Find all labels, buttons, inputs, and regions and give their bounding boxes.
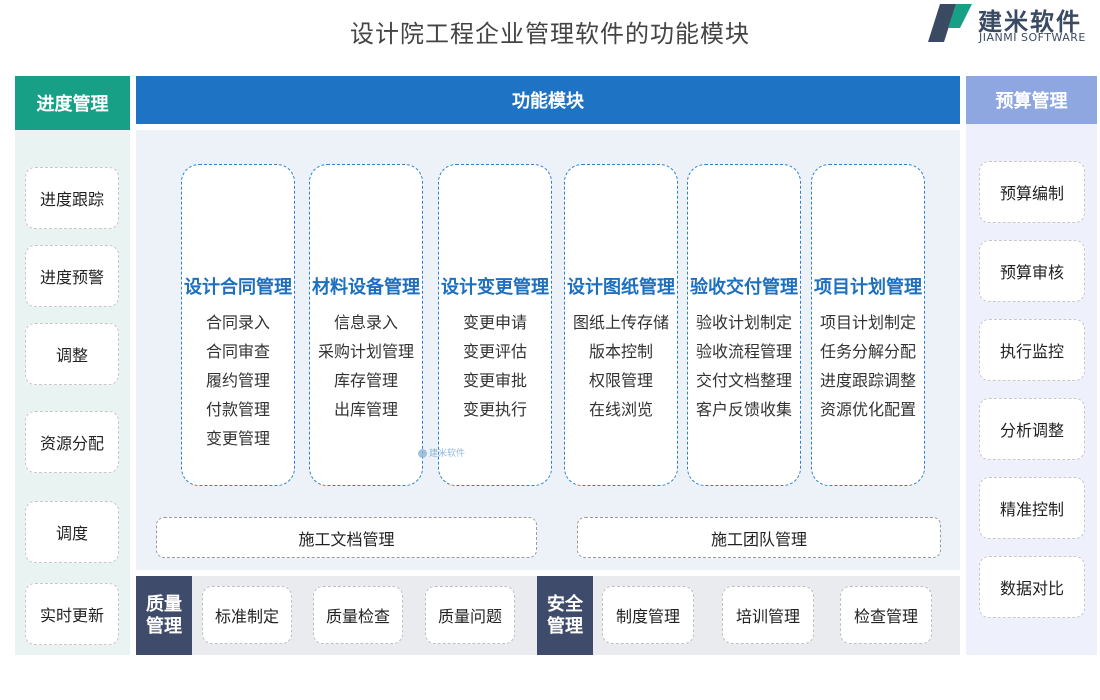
safety-item: 制度管理: [602, 586, 694, 644]
module-title: 验收交付管理: [690, 277, 798, 298]
module-item: 版本控制: [588, 342, 653, 361]
module-item: 合同审查: [205, 342, 270, 361]
module-item: 变更评估: [462, 342, 527, 361]
right-item: 预算审核: [979, 240, 1085, 302]
safety-tag: 安全 管理: [537, 576, 593, 655]
construction-team-box: 施工团队管理: [577, 517, 941, 558]
safety-item: 检查管理: [840, 586, 932, 644]
construction-docs-box: 施工文档管理: [156, 517, 537, 558]
left-item: 调整: [25, 323, 119, 385]
left-item: 进度跟踪: [25, 167, 119, 229]
module-item: 图纸上传存储: [572, 313, 669, 332]
left-item: 实时更新: [25, 583, 119, 645]
module-item: 库存管理: [333, 371, 398, 390]
module-card: 设计合同管理 合同录入 合同审查 履约管理 付款管理 变更管理: [181, 164, 295, 486]
quality-item: 质量检查: [313, 586, 403, 644]
module-item: 合同录入: [205, 313, 270, 332]
module-title: 设计变更管理: [441, 277, 549, 298]
right-item: 分析调整: [979, 398, 1085, 460]
module-title: 项目计划管理: [814, 277, 922, 298]
module-item: 变更管理: [205, 429, 270, 448]
quality-item: 质量问题: [425, 586, 515, 644]
bottom-strip: 质量 管理 标准制定 质量检查 质量问题 安全 管理 制度管理 培训管理 检查管理: [136, 576, 960, 655]
progress-column: 进度管理 进度跟踪 进度预警 调整 资源分配 调度 实时更新: [15, 76, 130, 655]
logo-name-en: JIANMI SOFTWARE: [979, 31, 1086, 44]
watermark-icon: [418, 449, 427, 458]
safety-item: 培训管理: [722, 586, 814, 644]
progress-header: 进度管理: [15, 76, 130, 130]
function-header: 功能模块: [136, 76, 960, 124]
right-item: 预算编制: [979, 161, 1085, 223]
module-card: 设计变更管理 变更申请 变更评估 变更审批 变更执行: [438, 164, 552, 486]
module-title: 材料设备管理: [312, 277, 420, 298]
left-item: 调度: [25, 501, 119, 563]
budget-column: 预算管理 预算编制 预算审核 执行监控 分析调整 精准控制 数据对比: [966, 76, 1097, 655]
right-item: 执行监控: [979, 319, 1085, 381]
module-title: 设计合同管理: [184, 277, 292, 298]
quality-item: 标准制定: [202, 586, 292, 644]
module-item: 交付文档整理: [695, 371, 792, 390]
module-item: 验收计划制定: [695, 313, 792, 332]
module-title: 设计图纸管理: [567, 277, 675, 298]
module-item: 变更申请: [462, 313, 527, 332]
module-item: 信息录入: [333, 313, 398, 332]
module-item: 履约管理: [205, 371, 270, 390]
brand-logo: 建米软件 JIANMI SOFTWARE: [926, 0, 1100, 48]
module-item: 权限管理: [588, 371, 653, 390]
module-item: 项目计划制定: [819, 313, 916, 332]
module-item: 变更执行: [462, 400, 527, 419]
left-item: 资源分配: [25, 411, 119, 473]
module-item: 资源优化配置: [819, 400, 916, 419]
module-item: 变更审批: [462, 371, 527, 390]
module-item: 客户反馈收集: [695, 400, 792, 419]
module-item: 进度跟踪调整: [819, 371, 916, 390]
module-card: 项目计划管理 项目计划制定 任务分解分配 进度跟踪调整 资源优化配置: [811, 164, 925, 486]
module-item: 出库管理: [333, 400, 398, 419]
module-item: 采购计划管理: [317, 342, 414, 361]
module-item: 验收流程管理: [695, 342, 792, 361]
module-card: 验收交付管理 验收计划制定 验收流程管理 交付文档整理 客户反馈收集: [687, 164, 801, 486]
function-panel: 设计合同管理 合同录入 合同审查 履约管理 付款管理 变更管理 材料设备管理 信…: [136, 130, 960, 570]
right-item: 数据对比: [979, 556, 1085, 618]
module-item: 在线浏览: [588, 400, 653, 419]
module-item: 付款管理: [205, 400, 270, 419]
watermark: 建米软件: [418, 446, 465, 459]
right-item: 精准控制: [979, 477, 1085, 539]
module-card: 设计图纸管理 图纸上传存储 版本控制 权限管理 在线浏览: [564, 164, 678, 486]
budget-header: 预算管理: [966, 76, 1097, 124]
quality-tag: 质量 管理: [136, 576, 192, 655]
left-item: 进度预警: [25, 245, 119, 307]
logo-icon: [928, 4, 972, 42]
module-item: 任务分解分配: [819, 342, 916, 361]
watermark-text: 建米软件: [429, 449, 466, 459]
module-card: 材料设备管理 信息录入 采购计划管理 库存管理 出库管理: [309, 164, 423, 486]
